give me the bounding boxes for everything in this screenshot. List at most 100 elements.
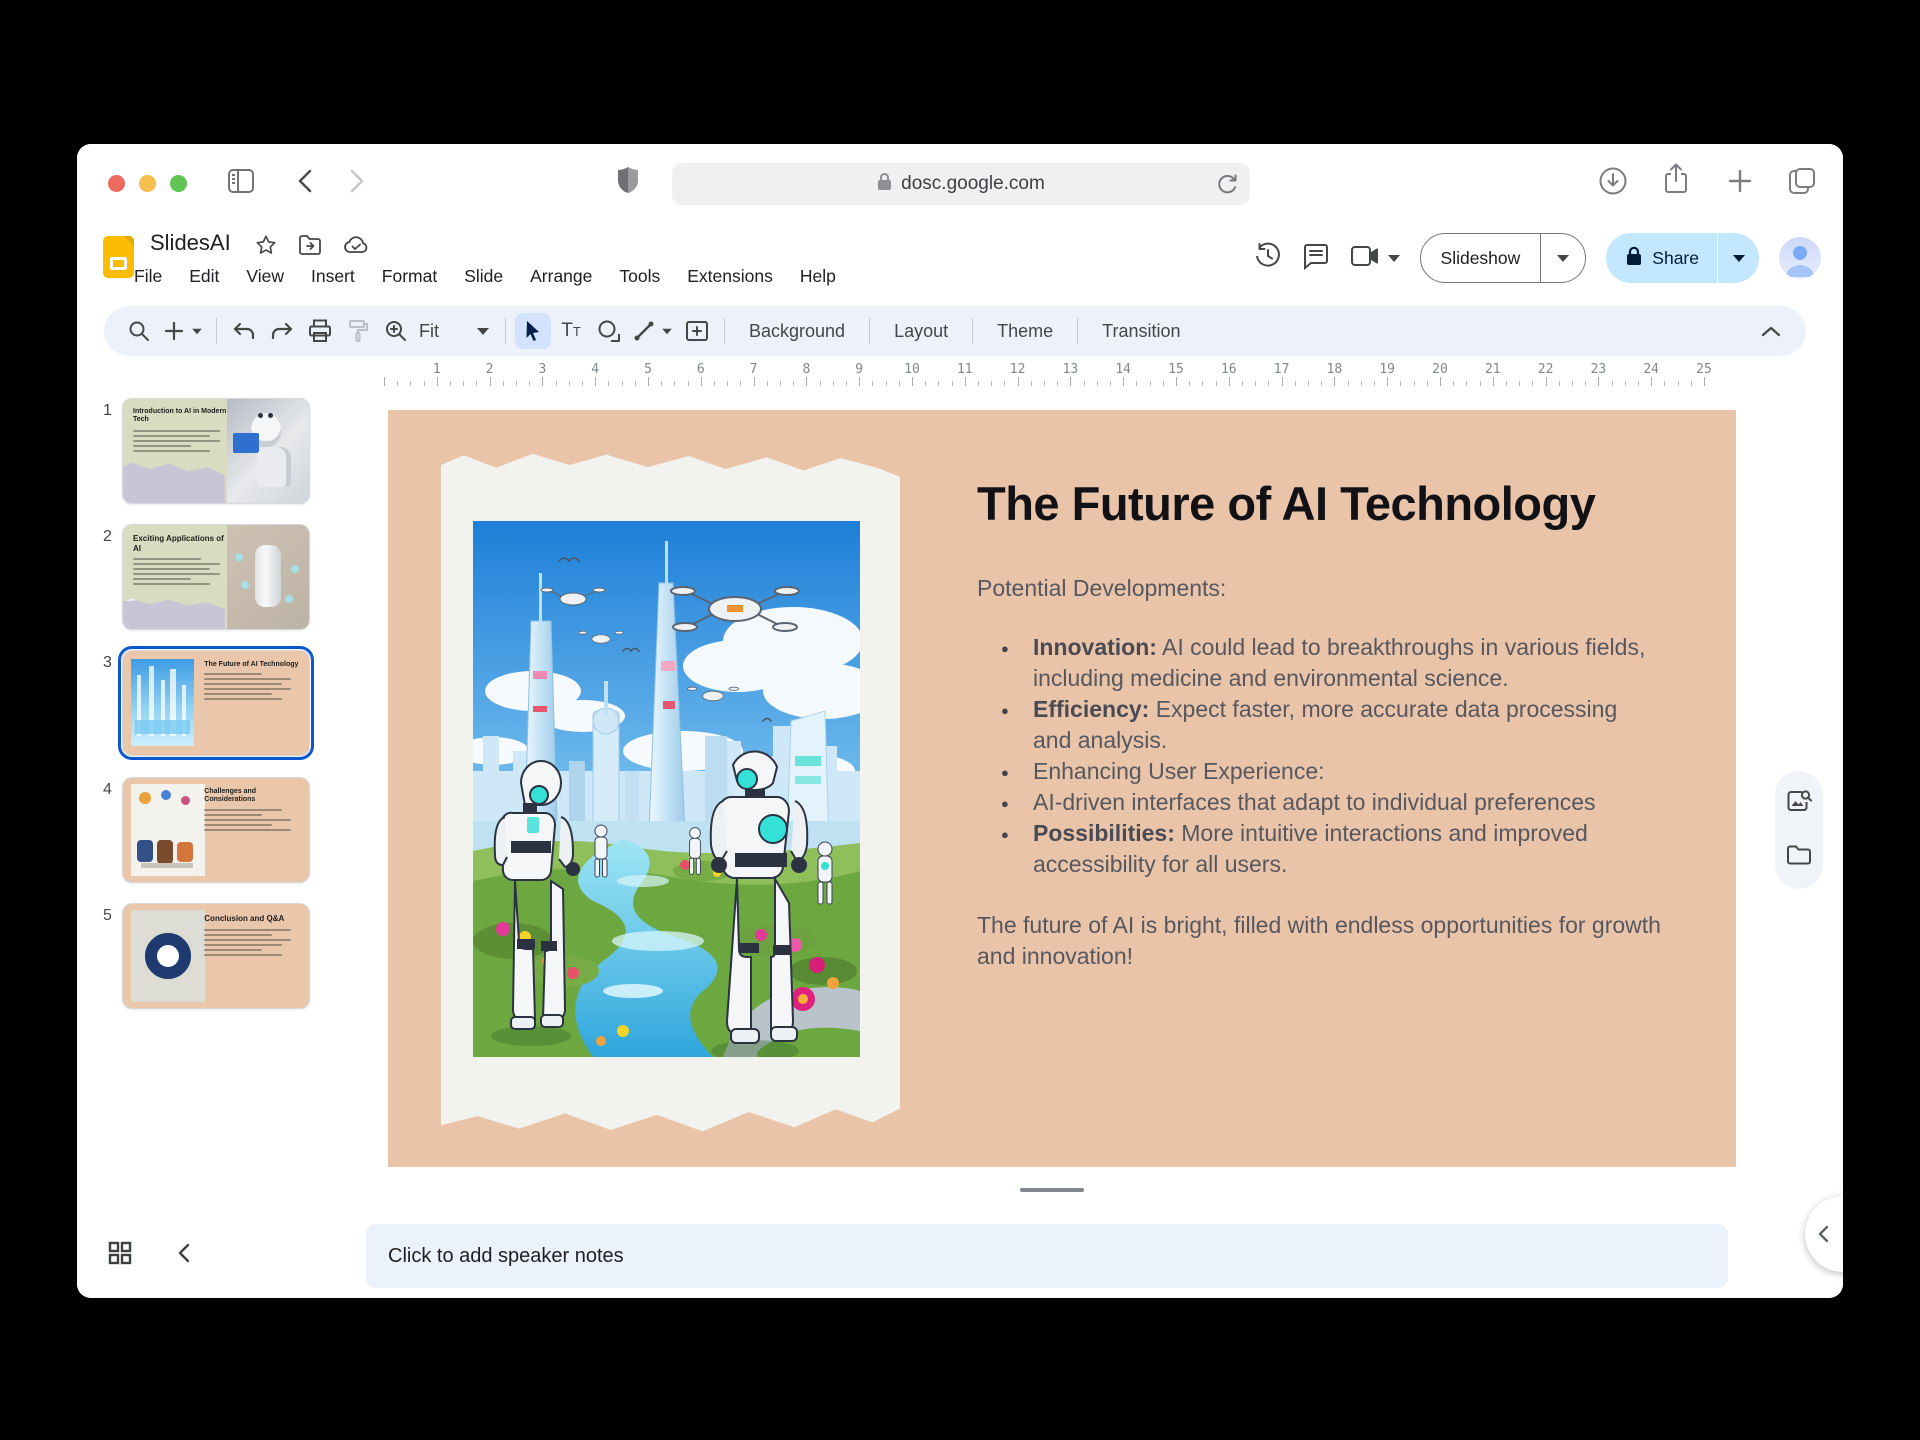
shape-tool[interactable] <box>591 313 627 349</box>
menu-help[interactable]: Help <box>800 266 836 287</box>
thumbnail-1-image <box>227 399 309 503</box>
bullet-item: Efficiency: Expect faster, more accurate… <box>1001 694 1657 756</box>
background-button[interactable]: Background <box>733 321 861 342</box>
menu-extensions[interactable]: Extensions <box>687 266 773 287</box>
downloads-icon[interactable] <box>1598 166 1628 196</box>
slideshow-dropdown[interactable] <box>1541 234 1585 282</box>
version-history-icon[interactable] <box>1254 242 1282 275</box>
menu-insert[interactable]: Insert <box>311 266 355 287</box>
slides-toolbar: Fit TT Background Layout Theme Transitio… <box>104 306 1806 356</box>
undo-icon[interactable] <box>226 313 262 349</box>
thumbnail-3-title: The Future of AI Technology <box>204 661 301 669</box>
reload-icon[interactable] <box>1216 172 1238 201</box>
new-slide-button[interactable] <box>159 313 207 349</box>
transition-button[interactable]: Transition <box>1086 321 1196 342</box>
current-slide[interactable]: The Future of AI Technology Potential De… <box>388 410 1736 1167</box>
search-menus-icon[interactable] <box>121 313 157 349</box>
close-button[interactable] <box>108 175 125 192</box>
slide-title[interactable]: The Future of AI Technology <box>977 476 1717 531</box>
zoom-fit-select[interactable]: Fit <box>415 321 497 342</box>
bullet-item: Possibilities: More intuitive interactio… <box>1001 818 1657 880</box>
insert-image-tool[interactable] <box>679 313 715 349</box>
thumbnail-3-image <box>131 659 194 746</box>
thumbnail-number: 2 <box>103 528 112 546</box>
meet-camera-icon[interactable] <box>1350 244 1380 273</box>
grid-view-icon[interactable] <box>107 1240 133 1271</box>
minimize-button[interactable] <box>139 175 156 192</box>
thumbnail-5-title: Conclusion and Q&A <box>204 914 301 924</box>
new-tab-icon[interactable] <box>1727 168 1753 194</box>
thumbnail-5-image <box>131 910 205 1002</box>
url-text: dosc.google.com <box>901 173 1045 195</box>
bullet-item: Enhancing User Experience: <box>1001 756 1657 787</box>
thumbnail-4-title: Challenges and Considerations <box>204 788 301 805</box>
horizontal-ruler[interactable]: 1234567891011121314151617181920212223242… <box>335 362 1795 386</box>
slide-closing-text[interactable]: The future of AI is bright, filled with … <box>977 910 1687 972</box>
app-header: SlidesAI File Edit View Insert Format Sl… <box>77 218 1843 302</box>
star-icon[interactable] <box>255 234 277 261</box>
image-search-icon[interactable] <box>1786 789 1812 818</box>
thumbnail-1-title: Introduction to AI in Modern Tech <box>133 408 230 425</box>
browser-window: dosc.google.com SlidesAI <box>77 144 1843 1298</box>
menu-edit[interactable]: Edit <box>189 266 219 287</box>
back-button[interactable] <box>297 169 313 193</box>
folder-icon[interactable] <box>1786 844 1812 871</box>
new-slide-caret[interactable] <box>192 328 202 334</box>
slide-thumbnail-5[interactable]: Conclusion and Q&A <box>122 903 310 1009</box>
speaker-notes-input[interactable]: Click to add speaker notes <box>366 1224 1728 1288</box>
account-avatar[interactable] <box>1779 237 1821 279</box>
privacy-shield-icon[interactable] <box>617 166 639 194</box>
print-icon[interactable] <box>302 313 338 349</box>
thumbnail-number: 4 <box>103 781 112 799</box>
torn-paper-frame <box>441 447 900 1139</box>
redo-icon[interactable] <box>264 313 300 349</box>
thumbnail-4-image <box>131 784 205 876</box>
menu-file[interactable]: File <box>134 266 162 287</box>
slide-canvas[interactable]: The Future of AI Technology Potential De… <box>335 386 1843 1214</box>
share-sheet-icon[interactable] <box>1663 163 1689 195</box>
sidebar-toggle-icon[interactable] <box>227 168 255 194</box>
move-folder-icon[interactable] <box>298 234 322 261</box>
cloud-saved-icon[interactable] <box>343 234 369 261</box>
slideshow-label: Slideshow <box>1421 248 1541 269</box>
thumbnail-2-image <box>227 525 309 629</box>
slide-thumbnail-1[interactable]: Introduction to AI in Modern Tech <box>122 398 310 504</box>
menu-view[interactable]: View <box>246 266 284 287</box>
text-box-tool[interactable]: TT <box>553 313 589 349</box>
share-lock-icon <box>1626 246 1642 271</box>
slide-thumbnail-4[interactable]: Challenges and Considerations <box>122 777 310 883</box>
slideshow-button[interactable]: Slideshow <box>1420 233 1587 283</box>
slide-thumbnail-2[interactable]: Exciting Applications of AI <box>122 524 310 630</box>
zoom-button[interactable] <box>170 175 187 192</box>
theme-button[interactable]: Theme <box>981 321 1069 342</box>
menu-tools[interactable]: Tools <box>619 266 660 287</box>
line-tool-caret[interactable] <box>662 328 672 334</box>
bullet-item: Innovation: AI could lead to breakthroug… <box>1001 632 1657 694</box>
share-button[interactable]: Share <box>1606 233 1759 283</box>
layout-button[interactable]: Layout <box>878 321 964 342</box>
forward-button[interactable] <box>349 169 365 193</box>
collapse-filmstrip-icon[interactable] <box>177 1243 191 1268</box>
collapse-toolbar-icon[interactable] <box>1753 313 1789 349</box>
menu-format[interactable]: Format <box>382 266 437 287</box>
menu-slide[interactable]: Slide <box>464 266 503 287</box>
side-panel-tools <box>1775 771 1823 889</box>
slide-image[interactable] <box>473 521 860 1057</box>
select-tool[interactable] <box>515 313 551 349</box>
horizontal-scroll-indicator[interactable] <box>1020 1188 1084 1192</box>
document-title[interactable]: SlidesAI <box>150 230 231 256</box>
address-bar[interactable]: dosc.google.com <box>672 163 1250 205</box>
paint-format-icon[interactable] <box>340 313 376 349</box>
slide-thumbnail-3-selected[interactable]: The Future of AI Technology <box>122 650 310 756</box>
share-dropdown[interactable] <box>1717 233 1759 283</box>
comments-icon[interactable] <box>1302 242 1330 275</box>
slide-intro[interactable]: Potential Developments: <box>977 575 1717 602</box>
slides-logo-icon[interactable] <box>103 236 134 278</box>
line-tool[interactable] <box>629 313 677 349</box>
tab-overview-icon[interactable] <box>1787 166 1817 196</box>
slide-bullet-list[interactable]: Innovation: AI could lead to breakthroug… <box>977 632 1657 880</box>
thumbnail-2-title: Exciting Applications of AI <box>133 534 230 553</box>
zoom-in-icon[interactable] <box>378 313 414 349</box>
menu-arrange[interactable]: Arrange <box>530 266 592 287</box>
camera-dropdown-caret[interactable] <box>1388 255 1400 262</box>
